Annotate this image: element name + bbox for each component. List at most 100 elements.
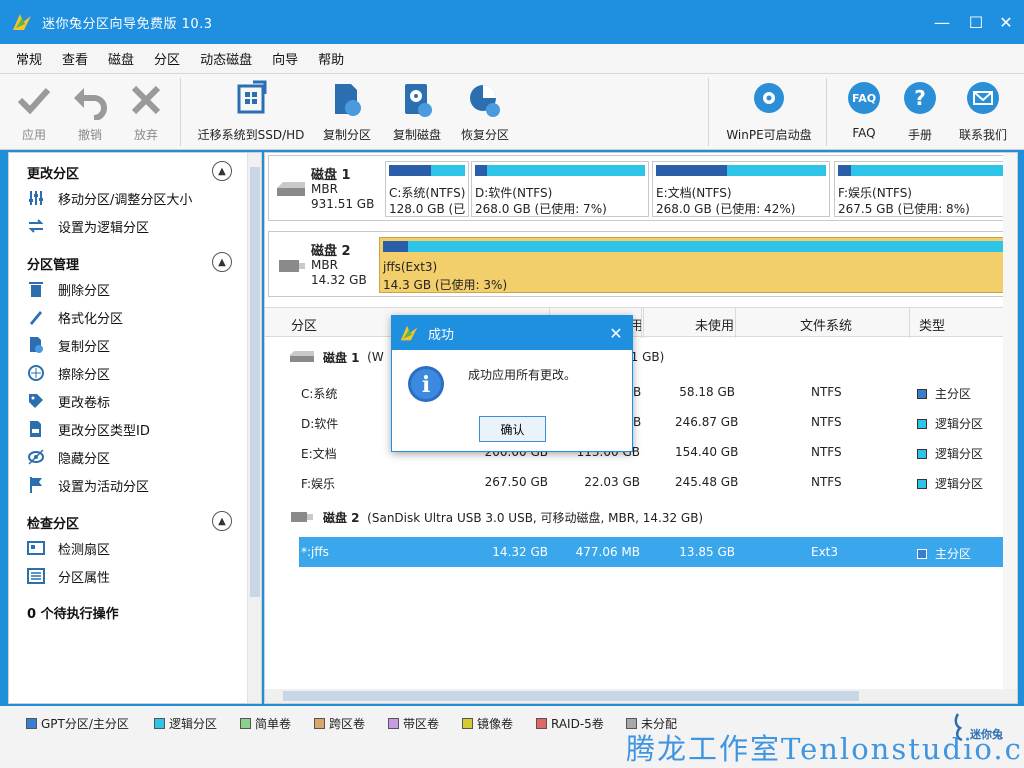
menu-help[interactable]: 帮助 [308,49,354,68]
menu-bar: 常规 查看 磁盘 分区 动态磁盘 向导 帮助 [0,44,1024,74]
info-glyph: i [422,372,430,398]
flag-icon [27,476,45,494]
menu-disk[interactable]: 磁盘 [98,49,144,68]
copy-disk-icon [405,84,432,117]
sidebar-item-delete-partition[interactable]: 删除分区 [27,277,110,301]
toolbar: 应用 撤销 放弃 迁移系统到SSD/HD 复制分区 复制磁盘 恢复分区 WinP… [0,74,1024,150]
table-row[interactable]: F:娱乐 267.50 GB 22.03 GB 245.48 GB NTFS 逻… [299,467,1017,497]
disk1-row[interactable]: 磁盘 1 (W 51 GB) [289,345,664,369]
sidebar-item-change-label[interactable]: 更改卷标 [27,389,110,413]
disk1-card[interactable]: 磁盘 1 MBR 931.51 GB C:系统(NTFS) 128.0 GB (… [268,155,1016,221]
watermark-text: 腾龙工作室Tenlonstudio.com [626,732,1024,766]
scroll-thumb[interactable] [250,167,260,597]
copy-partition-icon [27,336,45,354]
sidebar-item-move-resize[interactable]: 移动分区/调整分区大小 [27,186,192,210]
hide-eye-icon [27,448,45,466]
apply-button[interactable]: 应用 [12,80,56,146]
discard-button[interactable]: 放弃 [124,80,168,146]
section-partition-management: 分区管理 [27,258,80,273]
faq-button[interactable]: FAQ FAQ [842,80,886,146]
winpe-bootable-button[interactable]: WinPE可启动盘 [722,80,816,146]
wipe-icon [27,364,45,382]
dialog-title-bar: 成功 [392,316,632,350]
faq-icon: FAQ [848,82,880,114]
table-vertical-scrollbar[interactable] [1003,153,1017,689]
table-horizontal-scrollbar[interactable] [265,689,1017,703]
sidebar-scrollbar[interactable] [247,153,261,703]
sidebar-item-copy-partition[interactable]: 复制分区 [27,333,110,357]
sidebar-item-partition-properties[interactable]: 分区属性 [27,564,110,588]
disk-map-panel: 磁盘 1 MBR 931.51 GB C:系统(NTFS) 128.0 GB (… [264,152,1018,704]
partition-block[interactable]: F:娱乐(NTFS) 267.5 GB (已使用: 8%) [834,161,1010,217]
faq-icon-text: FAQ [852,92,876,105]
tag-icon [27,392,45,410]
menu-general[interactable]: 常规 [6,49,52,68]
menu-view[interactable]: 查看 [52,49,98,68]
dialog-close-button[interactable]: ✕ [606,323,626,343]
hard-disk-icon [290,351,314,362]
app-logo-icon [13,14,31,30]
sidebar-item-set-logical[interactable]: 设置为逻辑分区 [27,214,149,238]
contact-us-button[interactable]: 联系我们 [954,80,1012,146]
section-check-partition: 检查分区 [27,517,80,532]
sidebar-item-format-partition[interactable]: 格式化分区 [27,305,123,329]
legend-logical: 逻辑分区 [154,715,217,732]
app-logo-icon [400,325,418,341]
undo-button[interactable]: 撤销 [68,80,112,146]
legend-spanned: 跨区卷 [314,715,365,732]
recover-partition-button[interactable]: 恢复分区 [456,80,514,146]
sidebar-item-wipe-partition[interactable]: 擦除分区 [27,361,110,385]
minimize-button[interactable]: — [928,8,956,36]
toolbar-separator [180,78,181,146]
legend-simple: 简单卷 [240,715,291,732]
toolbar-separator [826,78,827,146]
migrate-os-button[interactable]: 迁移系统到SSD/HD [196,80,306,146]
sidebar-item-surface-test[interactable]: 检测扇区 [27,536,110,560]
collapse-icon[interactable]: ▲ [212,511,232,531]
bootable-disc-icon [754,83,784,113]
properties-list-icon [27,567,45,585]
scroll-thumb[interactable] [283,691,859,701]
collapse-icon[interactable]: ▲ [212,252,232,272]
sidebar-item-set-active[interactable]: 设置为活动分区 [27,473,149,497]
hard-disk-icon [277,182,305,196]
partition-block[interactable]: C:系统(NTFS) 128.0 GB (已 [385,161,469,217]
surface-test-icon [27,539,45,557]
disk2-row[interactable]: 磁盘 2 (SanDisk Ultra USB 3.0 USB, 可移动磁盘, … [289,505,703,529]
recover-partition-icon [470,85,500,117]
window-title: 迷你兔分区向导免费版 10.3 [42,16,213,32]
swap-arrows-icon [27,217,45,235]
usb-disk-icon [279,260,305,272]
undo-icon [74,88,107,120]
action-sidebar: 更改分区 ▲ 移动分区/调整分区大小 设置为逻辑分区 分区管理 ▲ 删除分区 格… [8,152,262,704]
title-bar: 迷你兔分区向导免费版 10.3 — ☐ ✕ [0,0,1024,44]
partition-block-selected[interactable]: jffs(Ext3) 14.3 GB (已使用: 3%) [379,237,1011,293]
partition-table-header: 分区 量 用 未使用 文件系统 类型 [265,307,1017,338]
table-row-selected[interactable]: *:jffs 14.32 GB 477.06 MB 13.85 GB Ext3 … [299,537,1017,567]
migrate-os-icon [237,80,267,114]
copy-disk-button[interactable]: 复制磁盘 [388,80,446,146]
help-icon-text: ? [914,86,926,110]
confirm-button[interactable]: 确认 [479,416,546,442]
menu-partition[interactable]: 分区 [144,49,190,68]
copy-partition-icon [335,84,361,116]
partition-block[interactable]: D:软件(NTFS) 268.0 GB (已使用: 7%) [471,161,649,217]
copy-partition-button[interactable]: 复制分区 [318,80,376,146]
partition-block[interactable]: E:文档(NTFS) 268.0 GB (已使用: 42%) [652,161,830,217]
menu-wizard[interactable]: 向导 [262,49,308,68]
maximize-button[interactable]: ☐ [962,8,990,36]
x-icon [131,85,161,115]
dialog-title: 成功 [428,327,455,343]
disk2-card[interactable]: 磁盘 2 MBR 14.32 GB jffs(Ext3) 14.3 GB (已使… [268,231,1016,297]
mail-icon [967,82,999,114]
pen-icon [27,308,45,326]
close-window-button[interactable]: ✕ [992,8,1020,36]
menu-dynamic-disk[interactable]: 动态磁盘 [190,49,262,68]
help-icon: ? [904,82,936,114]
info-icon: i [408,366,444,402]
collapse-icon[interactable]: ▲ [212,161,232,181]
pending-operations: 0 个待执行操作 [27,607,119,622]
sidebar-item-hide-partition[interactable]: 隐藏分区 [27,445,110,469]
manual-button[interactable]: ? 手册 [898,80,942,146]
sidebar-item-change-type-id[interactable]: 更改分区类型ID [27,417,150,441]
